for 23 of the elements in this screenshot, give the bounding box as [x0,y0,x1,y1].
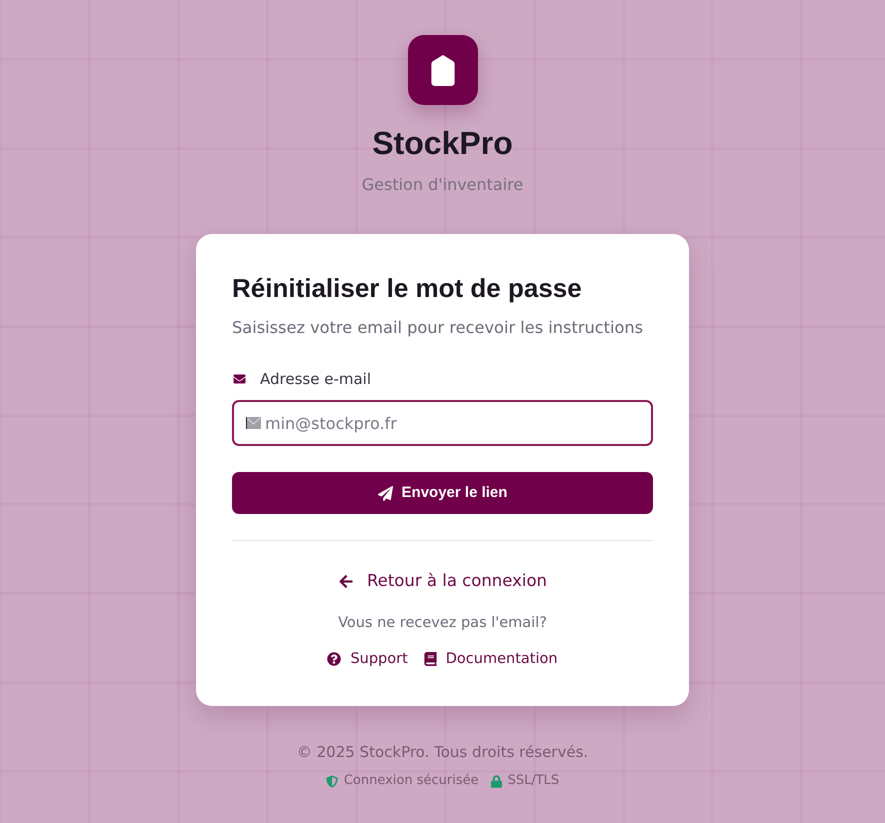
email-label: Adresse e-mail [260,369,371,390]
help-text: Vous ne recevez pas l'email? [338,614,547,633]
security-note: Connexion sécurisée [344,772,479,790]
send-link-button[interactable]: Envoyer le lien [232,472,653,514]
back-to-login-link[interactable]: Retour à la connexion [338,568,548,594]
brand-name: StockPro [372,124,513,163]
card-title: Réinitialiser le mot de passe [232,272,583,305]
logo-icon [430,54,454,86]
lock-icon [490,774,502,788]
security-note: SSL/TLS [508,772,560,790]
book-icon [424,652,437,666]
copyright-text: © 2025 StockPro. Tous droits réservés. [296,742,588,762]
email-input[interactable]: min@stockpro.fr [232,400,653,446]
paper-plane-icon [378,486,393,500]
brand-tagline: Gestion d'inventaire [362,174,524,196]
help-link[interactable]: Support [327,648,408,670]
help-icon [327,652,342,666]
help-link[interactable]: Documentation [424,648,558,670]
shield-icon [326,774,338,788]
envelope-icon [232,373,247,385]
card-subtitle: Saisissez votre email pour recevoir les instructions [232,317,644,339]
arrow-left-icon [338,574,354,588]
envelope-icon [246,417,261,429]
